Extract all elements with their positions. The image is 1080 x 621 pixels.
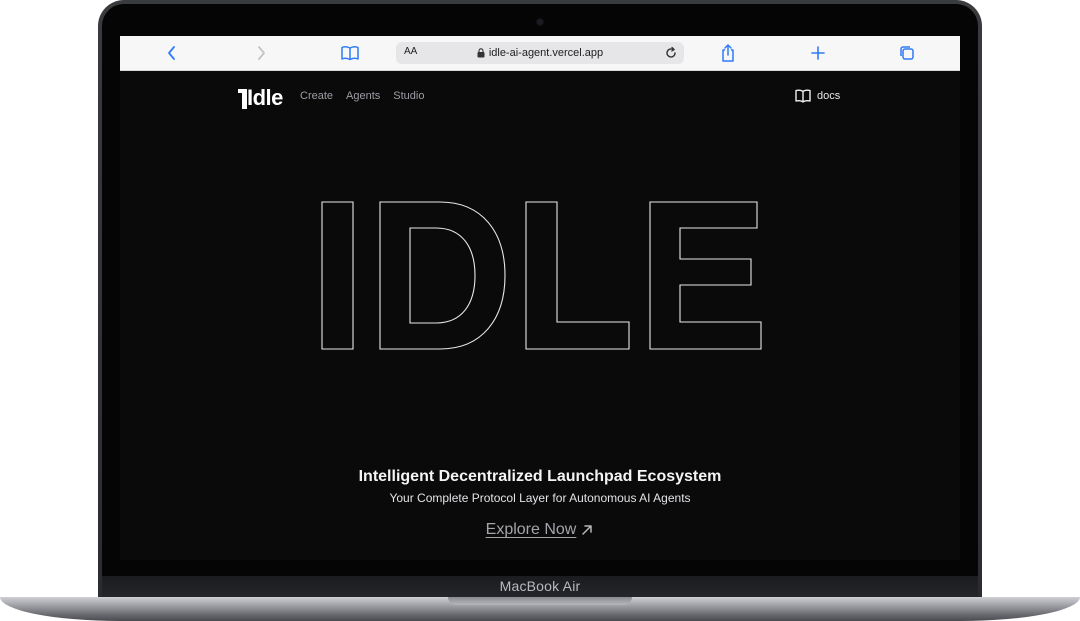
- cta-wrapper: Explore Now: [120, 521, 960, 539]
- nav-link-studio[interactable]: Studio: [393, 90, 424, 102]
- hero-letter-i: [321, 201, 354, 350]
- hero-letter-l: [525, 201, 630, 350]
- nav-link-create[interactable]: Create: [300, 90, 333, 102]
- camera-icon: [537, 19, 543, 25]
- hero-sub-tagline: Your Complete Protocol Layer for Autonom…: [389, 491, 691, 505]
- arrow-up-right-icon: [582, 525, 593, 535]
- hero-tagline: Intelligent Decentralized Launchpad Ecos…: [358, 468, 722, 485]
- logo-mark-icon: [238, 89, 247, 109]
- laptop-notch: [448, 597, 632, 605]
- logo-text: Idle: [247, 85, 283, 110]
- explore-now-label: Explore Now: [485, 521, 577, 538]
- explore-now-link[interactable]: Explore Now: [486, 521, 595, 539]
- site-logo[interactable]: Idle: [238, 85, 283, 109]
- hero-letter-d: [379, 201, 506, 350]
- docs-label: docs: [817, 90, 841, 102]
- hero-letter-e: [649, 201, 762, 350]
- site-navbar: Idle Create Agents Studio docs: [120, 71, 960, 121]
- device-model-label: MacBook Air: [499, 578, 581, 594]
- browser-screen: AA idle-ai-agent.vercel.app Idle Create …: [120, 36, 960, 560]
- nav-link-agents[interactable]: Agents: [346, 90, 380, 102]
- docs-link[interactable]: docs: [795, 89, 840, 103]
- book-open-icon: [795, 89, 811, 103]
- nav-links: Create Agents Studio: [300, 90, 424, 102]
